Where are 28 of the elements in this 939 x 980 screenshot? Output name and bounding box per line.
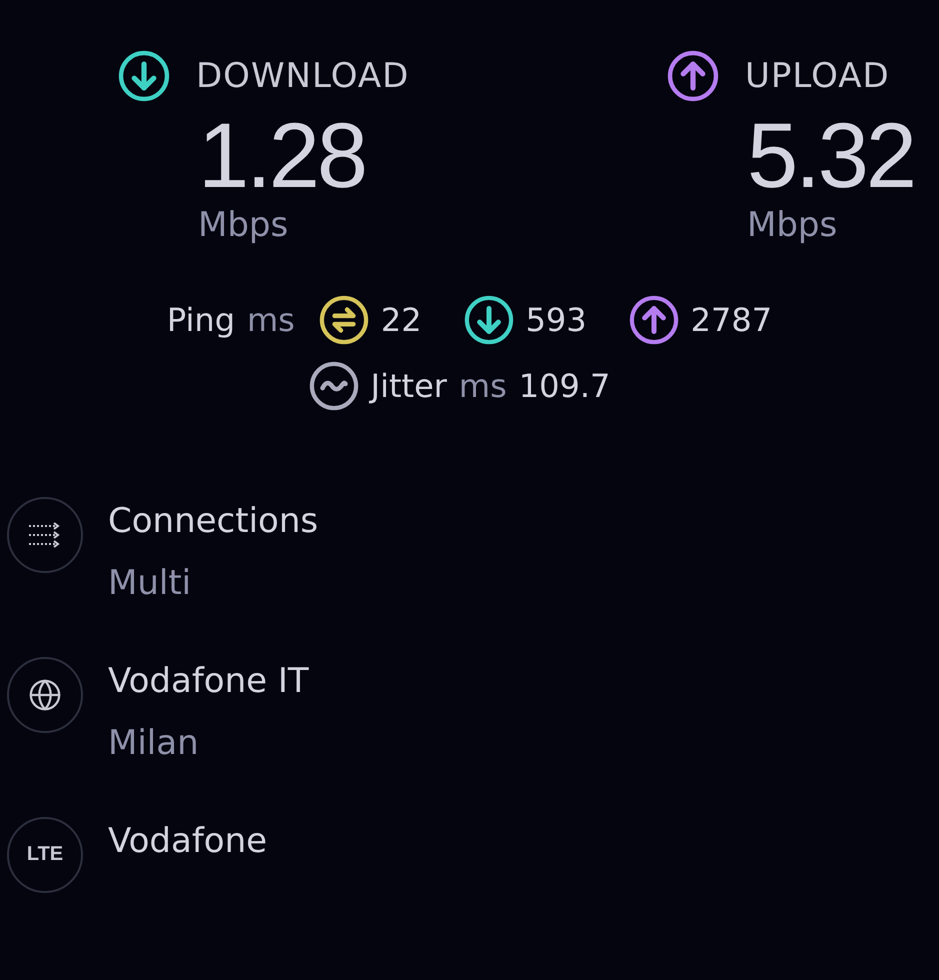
speed-value: 1.28 [198, 108, 366, 205]
download-icon [464, 294, 514, 345]
ping-value: 22 [380, 300, 422, 339]
detail-subtitle: Milan [108, 722, 200, 765]
detail-title: Vodafone IT [108, 660, 309, 703]
upload-icon [628, 294, 679, 345]
detail-title: Connections [108, 500, 318, 543]
speed-unit: Mbps [198, 204, 290, 245]
jitter-unit: ms [458, 366, 507, 405]
ping-value: 593 [526, 300, 587, 339]
download-icon [118, 50, 170, 102]
ping-value: 2787 [690, 300, 772, 339]
metric-label: UPLOAD [745, 56, 890, 96]
ping-icon [318, 294, 369, 345]
jitter-value: 109.7 [518, 366, 610, 405]
ping-label: Ping [166, 300, 235, 339]
ping-unit: ms [247, 300, 295, 339]
connections-icon [7, 496, 83, 573]
detail-subtitle: Multi [108, 562, 192, 605]
globe-icon [7, 656, 83, 733]
detail-title: Vodafone [108, 820, 268, 863]
speed-value: 5.32 [747, 108, 916, 205]
upload-icon [667, 50, 719, 102]
metric-label: DOWNLOAD [196, 56, 410, 96]
jitter-label: Jitter [370, 366, 447, 405]
jitter-icon [308, 360, 359, 411]
speed-unit: Mbps [747, 204, 838, 245]
network-badge: LTE [7, 816, 83, 893]
